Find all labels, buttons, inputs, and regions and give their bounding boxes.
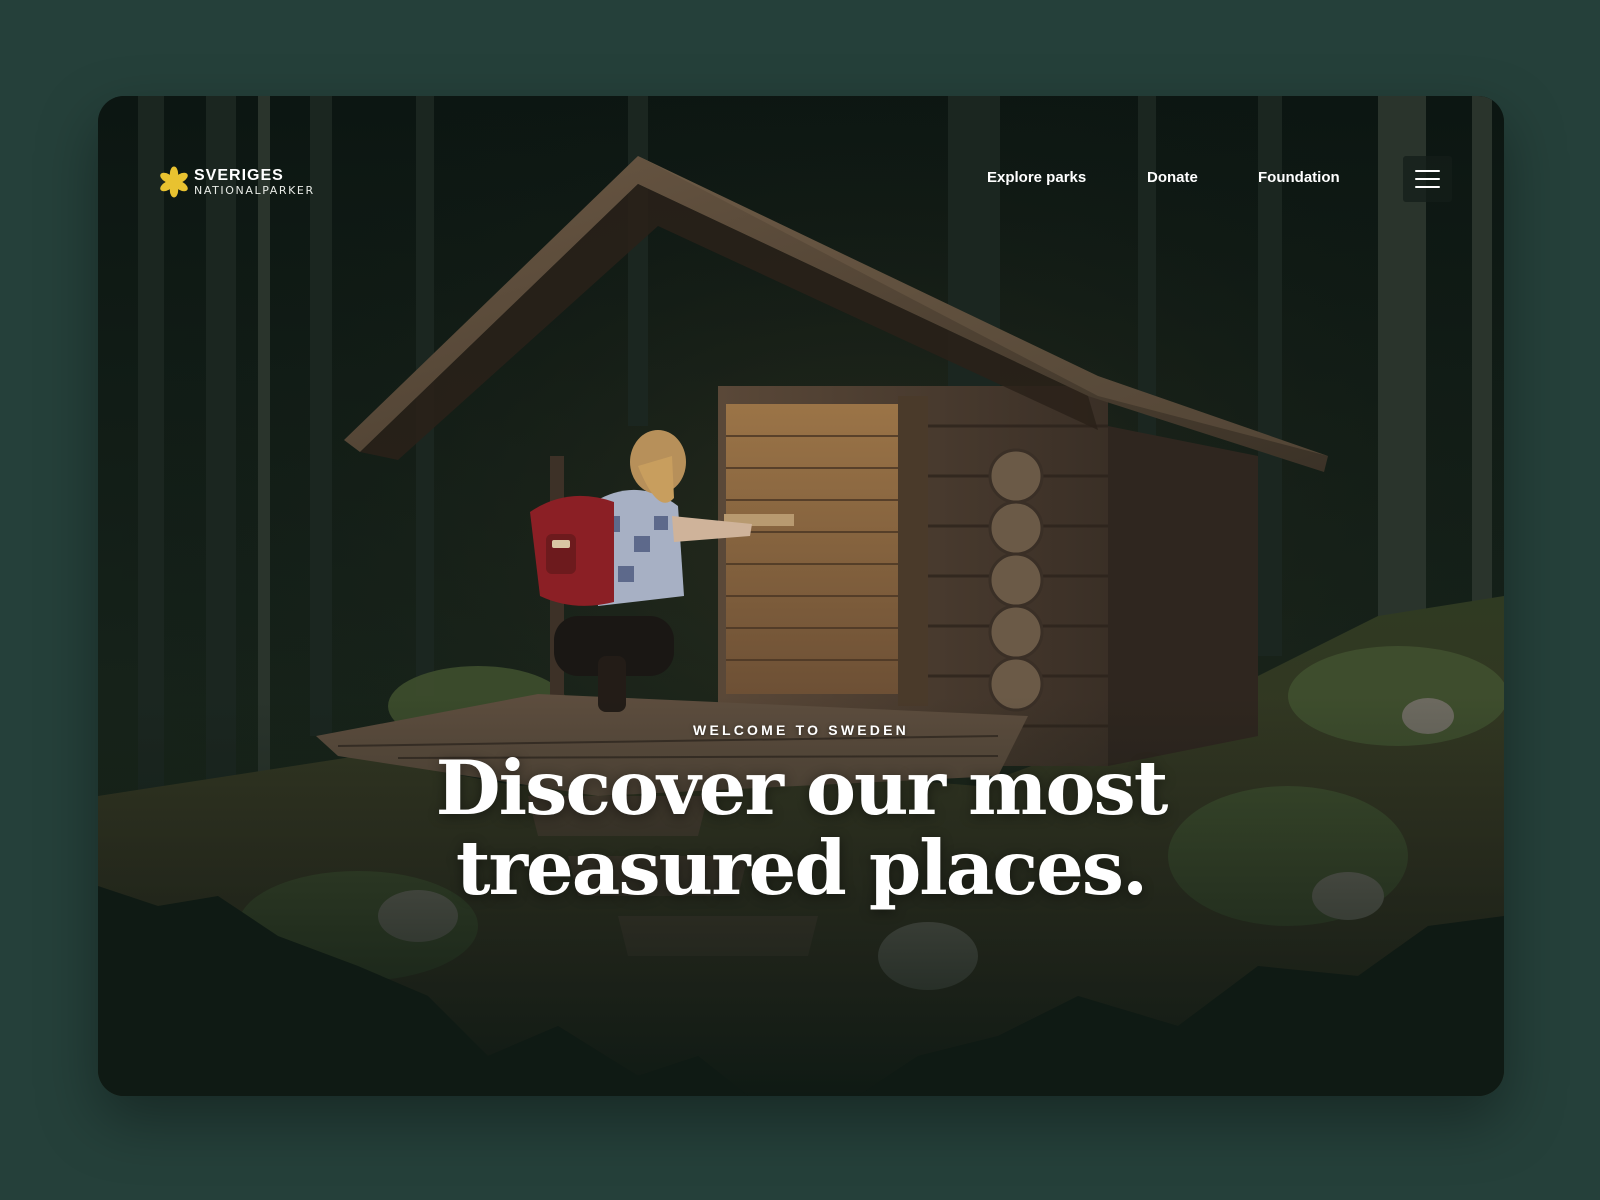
brand-logo[interactable]: SVERIGES NATIONALPARKER: [158, 162, 315, 202]
brand-line2: NATIONALPARKER: [194, 184, 315, 197]
flower-asterisk-icon: [160, 166, 188, 198]
nav-foundation[interactable]: Foundation: [1258, 166, 1340, 190]
hamburger-menu-icon: [1415, 178, 1440, 180]
hamburger-menu-button[interactable]: [1403, 156, 1452, 202]
nav-explore-parks[interactable]: Explore parks: [987, 166, 1086, 190]
hamburger-menu-icon: [1415, 186, 1440, 188]
hamburger-menu-icon: [1415, 170, 1440, 172]
hero-card: SVERIGES NATIONALPARKER Explore parks Do…: [98, 96, 1504, 1096]
brand-wordmark: SVERIGES NATIONALPARKER: [194, 167, 315, 197]
hero-background-image: [98, 96, 1504, 1096]
nav-donate[interactable]: Donate: [1147, 166, 1198, 190]
brand-line1: SVERIGES: [194, 167, 284, 184]
